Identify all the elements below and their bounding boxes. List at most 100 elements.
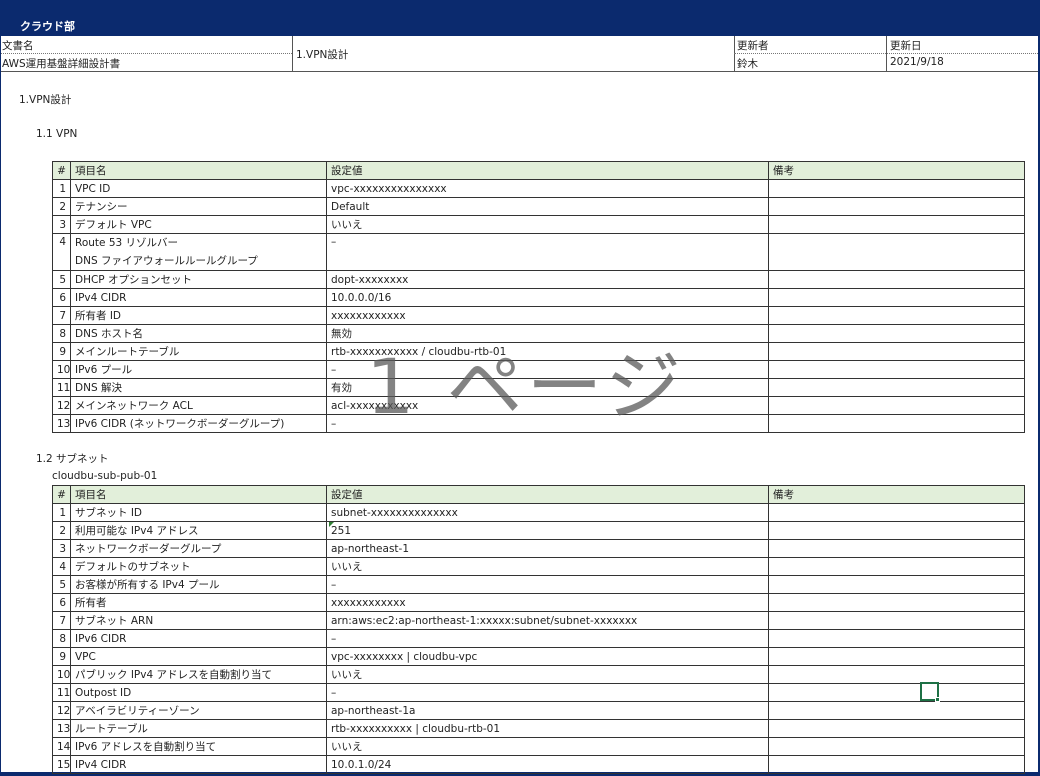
item-name[interactable]: ネットワークボーダーグループ [70, 539, 327, 558]
item-note[interactable] [768, 215, 1025, 234]
item-note[interactable] [768, 593, 1025, 612]
item-value[interactable]: subnet-xxxxxxxxxxxxxx [326, 503, 769, 522]
item-name[interactable]: サブネット ARN [70, 611, 327, 630]
table-row[interactable]: 10 IPv6 プール – [52, 360, 1025, 379]
table-row[interactable]: 11 DNS 解決 有効 [52, 378, 1025, 397]
item-value[interactable]: 10.0.0.0/16 [326, 288, 769, 307]
table-row[interactable]: 3 デフォルト VPC いいえ [52, 215, 1025, 234]
table-row[interactable]: 5 DHCP オプションセット dopt-xxxxxxxx [52, 270, 1025, 289]
item-name[interactable]: IPv4 CIDR [70, 288, 327, 307]
item-name[interactable]: VPC ID [70, 179, 327, 198]
item-name[interactable]: テナンシー [70, 197, 327, 216]
item-note[interactable] [768, 360, 1025, 379]
item-name[interactable]: Outpost ID [70, 683, 327, 702]
item-note[interactable] [768, 270, 1025, 289]
table-row[interactable]: 4 Route 53 リゾルバー DNS ファイアウォールルールグループ – [52, 233, 1025, 271]
item-note[interactable] [768, 755, 1025, 774]
item-value[interactable]: ap-northeast-1 [326, 539, 769, 558]
item-value[interactable]: xxxxxxxxxxxx [326, 306, 769, 325]
table-row[interactable]: 2 テナンシー Default [52, 197, 1025, 216]
item-value[interactable]: いいえ [326, 665, 769, 684]
item-value[interactable]: いいえ [326, 215, 769, 234]
item-note[interactable] [768, 683, 1025, 702]
item-value[interactable]: 有効 [326, 378, 769, 397]
table-row[interactable]: 10 パブリック IPv4 アドレスを自動割り当て いいえ [52, 665, 1025, 684]
table-row[interactable]: 15 IPv4 CIDR 10.0.1.0/24 [52, 755, 1025, 774]
item-note[interactable] [768, 324, 1025, 343]
table-row[interactable]: 13 ルートテーブル rtb-xxxxxxxxxx | cloudbu-rtb-01 [52, 719, 1025, 738]
table-row[interactable]: 6 所有者 xxxxxxxxxxxx [52, 593, 1025, 612]
item-value[interactable]: rtb-xxxxxxxxxxx / cloudbu-rtb-01 [326, 342, 769, 361]
item-value[interactable]: ap-northeast-1a [326, 701, 769, 720]
item-name[interactable]: IPv6 プール [70, 360, 327, 379]
table-row[interactable]: 8 IPv6 CIDR – [52, 629, 1025, 648]
item-value[interactable]: dopt-xxxxxxxx [326, 270, 769, 289]
table-row[interactable]: 9 VPC vpc-xxxxxxxx | cloudbu-vpc [52, 647, 1025, 666]
item-note[interactable] [768, 611, 1025, 630]
item-name[interactable]: DHCP オプションセット [70, 270, 327, 289]
item-value[interactable]: – [326, 629, 769, 648]
item-value[interactable]: vpc-xxxxxxxx | cloudbu-vpc [326, 647, 769, 666]
item-note[interactable] [768, 414, 1025, 433]
item-note[interactable] [768, 342, 1025, 361]
item-note[interactable] [768, 503, 1025, 522]
item-value[interactable]: acl-xxxxxxxxxxx [326, 396, 769, 415]
item-name[interactable]: Route 53 リゾルバー DNS ファイアウォールルールグループ [70, 233, 327, 271]
item-name[interactable]: アベイラビリティーゾーン [70, 701, 327, 720]
item-note[interactable] [768, 179, 1025, 198]
item-note[interactable] [768, 557, 1025, 576]
table-row[interactable]: 7 サブネット ARN arn:aws:ec2:ap-northeast-1:xxx… [52, 611, 1025, 630]
item-name[interactable]: デフォルトのサブネット [70, 557, 327, 576]
table-row[interactable]: 11 Outpost ID – [52, 683, 1025, 702]
item-note[interactable] [768, 378, 1025, 397]
item-note[interactable] [768, 521, 1025, 540]
item-note[interactable] [768, 629, 1025, 648]
item-name[interactable]: DNS ホスト名 [70, 324, 327, 343]
item-name[interactable]: 利用可能な IPv4 アドレス [70, 521, 327, 540]
item-note[interactable] [768, 396, 1025, 415]
selected-cell[interactable] [920, 682, 940, 702]
table-row[interactable]: 1 サブネット ID subnet-xxxxxxxxxxxxxx [52, 503, 1025, 522]
item-note[interactable] [768, 233, 1025, 271]
item-name[interactable]: パブリック IPv4 アドレスを自動割り当て [70, 665, 327, 684]
item-value[interactable]: – [326, 233, 769, 271]
table-row[interactable]: 4 デフォルトのサブネット いいえ [52, 557, 1025, 576]
table-row[interactable]: 5 お客様が所有する IPv4 プール – [52, 575, 1025, 594]
table-row[interactable]: 3 ネットワークボーダーグループ ap-northeast-1 [52, 539, 1025, 558]
item-value[interactable]: いいえ [326, 737, 769, 756]
item-value[interactable]: arn:aws:ec2:ap-northeast-1:xxxxx:subnet/… [326, 611, 769, 630]
item-name[interactable]: デフォルト VPC [70, 215, 327, 234]
item-note[interactable] [768, 719, 1025, 738]
item-value[interactable]: 無効 [326, 324, 769, 343]
item-name[interactable]: 所有者 [70, 593, 327, 612]
item-value[interactable]: 10.0.1.0/24 [326, 755, 769, 774]
item-value[interactable]: – [326, 414, 769, 433]
item-name[interactable]: DNS 解決 [70, 378, 327, 397]
item-name[interactable]: IPv4 CIDR [70, 755, 327, 774]
item-value[interactable]: – [326, 683, 769, 702]
item-name[interactable]: サブネット ID [70, 503, 327, 522]
item-value[interactable]: – [326, 575, 769, 594]
item-name[interactable]: IPv6 CIDR [70, 629, 327, 648]
table-row[interactable]: 12 アベイラビリティーゾーン ap-northeast-1a [52, 701, 1025, 720]
item-value[interactable]: 251 [326, 521, 769, 540]
item-name[interactable]: VPC [70, 647, 327, 666]
item-note[interactable] [768, 306, 1025, 325]
item-name[interactable]: お客様が所有する IPv4 プール [70, 575, 327, 594]
item-value[interactable]: Default [326, 197, 769, 216]
item-note[interactable] [768, 288, 1025, 307]
item-note[interactable] [768, 737, 1025, 756]
item-note[interactable] [768, 647, 1025, 666]
table-row[interactable]: 7 所有者 ID xxxxxxxxxxxx [52, 306, 1025, 325]
item-value[interactable]: vpc-xxxxxxxxxxxxxxx [326, 179, 769, 198]
item-name[interactable]: メインネットワーク ACL [70, 396, 327, 415]
item-value[interactable]: – [326, 360, 769, 379]
table-row[interactable]: 1 VPC ID vpc-xxxxxxxxxxxxxxx [52, 179, 1025, 198]
item-note[interactable] [768, 575, 1025, 594]
item-name[interactable]: IPv6 アドレスを自動割り当て [70, 737, 327, 756]
item-name[interactable]: メインルートテーブル [70, 342, 327, 361]
table-row[interactable]: 9 メインルートテーブル rtb-xxxxxxxxxxx / cloudbu-rtb… [52, 342, 1025, 361]
item-note[interactable] [768, 197, 1025, 216]
table-row[interactable]: 13 IPv6 CIDR (ネットワークボーダーグループ) – [52, 414, 1025, 433]
item-name[interactable]: IPv6 CIDR (ネットワークボーダーグループ) [70, 414, 327, 433]
